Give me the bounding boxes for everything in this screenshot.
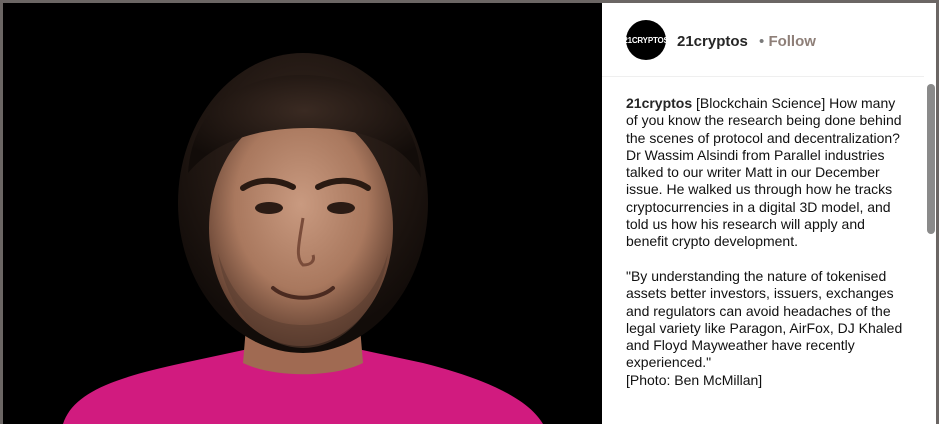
caption-text: [Blockchain Science] How many of you kno… <box>626 95 903 388</box>
post-sidebar: 21CRYPTOS 21cryptos • Follow 21cryptos [… <box>602 3 936 424</box>
username-link[interactable]: 21cryptos <box>677 33 748 50</box>
follow-label: Follow <box>768 33 816 50</box>
scrollbar[interactable] <box>924 76 936 424</box>
avatar[interactable]: 21CRYPTOS <box>623 20 669 60</box>
scrollbar-thumb[interactable] <box>927 84 935 234</box>
portrait-image <box>3 3 602 424</box>
separator-dot: • <box>759 33 765 50</box>
post-photo[interactable] <box>3 3 602 424</box>
caption-username-link[interactable]: 21cryptos <box>626 95 692 111</box>
post-modal: 21CRYPTOS 21cryptos • Follow 21cryptos [… <box>3 3 936 424</box>
follow-button[interactable]: • Follow <box>759 33 816 50</box>
post-header: 21CRYPTOS 21cryptos • Follow <box>602 3 924 77</box>
post-caption: 21cryptos [Blockchain Science] How many … <box>626 95 908 389</box>
